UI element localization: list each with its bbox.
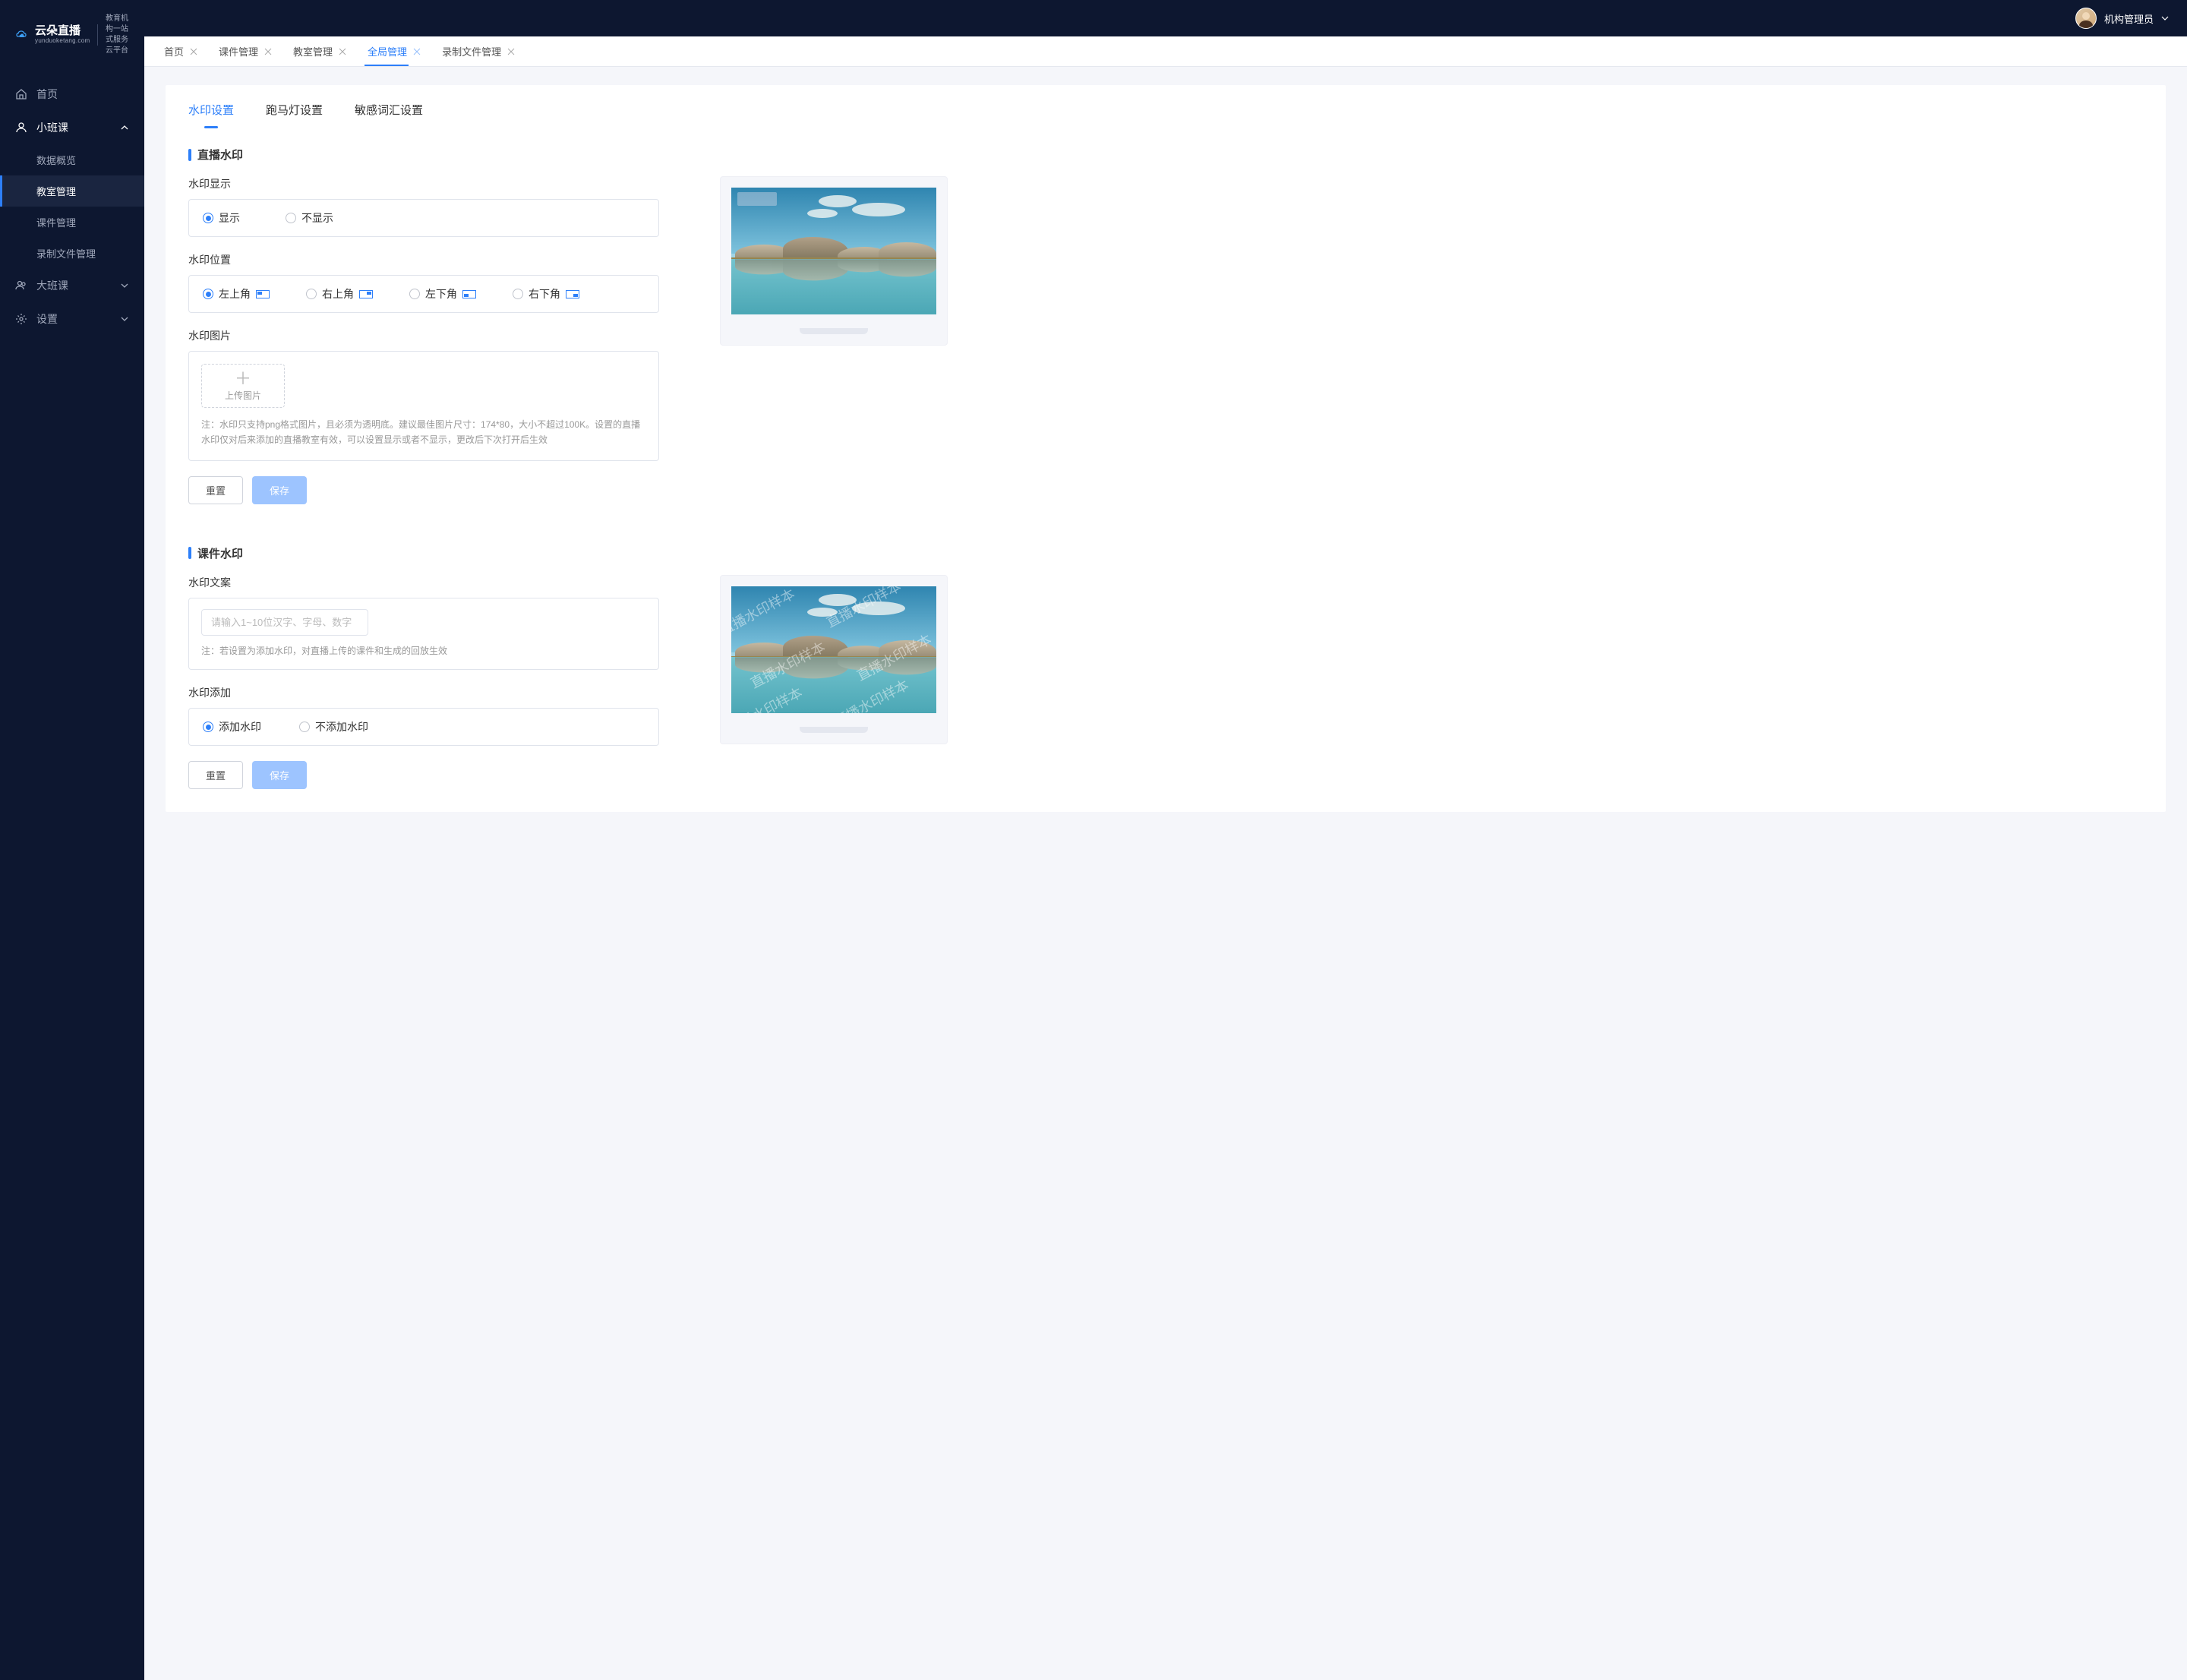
nav-recording-mgmt[interactable]: 录制文件管理 <box>0 238 144 269</box>
section-title-live: 直播水印 <box>197 147 243 163</box>
preview-monitor-2: 直播水印样本 直播水印样本 直播水印样本 直播水印样本 直播水印样本 直播水印样… <box>720 575 948 744</box>
watermark-badge <box>737 192 777 206</box>
chevron-down-icon <box>120 314 129 324</box>
radio-pos-tl[interactable]: 左上角 <box>203 286 270 302</box>
upload-image-button[interactable]: ＋ 上传图片 <box>201 364 285 408</box>
preview-monitor-1 <box>720 176 948 346</box>
nav-big-class[interactable]: 大班课 <box>0 269 144 302</box>
radio-add-yes[interactable]: 添加水印 <box>203 719 261 734</box>
brand-tagline: 教育机构一站 式服务云平台 <box>106 14 134 56</box>
section-title-courseware: 课件水印 <box>197 545 243 561</box>
brand-domain: yunduoketang.com <box>35 38 90 45</box>
label-wm-position: 水印位置 <box>188 252 659 267</box>
radio-pos-br[interactable]: 右下角 <box>513 286 579 302</box>
text-note: 注：若设置为添加水印，对直播上传的课件和生成的回放生效 <box>201 643 646 658</box>
close-icon[interactable] <box>413 48 421 55</box>
tab-recording[interactable]: 录制文件管理 <box>431 36 525 66</box>
radio-hide[interactable]: 不显示 <box>286 210 333 226</box>
logo-icon <box>15 25 27 45</box>
nav-data-overview[interactable]: 数据概览 <box>0 144 144 175</box>
tab-global[interactable]: 全局管理 <box>357 36 431 66</box>
tab-home[interactable]: 首页 <box>153 36 208 66</box>
radio-add-no[interactable]: 不添加水印 <box>299 719 368 734</box>
save-button-2[interactable]: 保存 <box>252 761 307 789</box>
avatar[interactable] <box>2075 8 2097 29</box>
chevron-down-icon <box>120 281 129 290</box>
tabs-bar: 首页 课件管理 教室管理 全局管理 录制文件管理 <box>144 36 2187 67</box>
close-icon[interactable] <box>190 48 197 55</box>
page-tabs: 水印设置 跑马灯设置 敏感词汇设置 <box>166 85 2166 128</box>
watermark-text-input[interactable] <box>201 609 368 636</box>
brand-name: 云朵直播 <box>35 25 90 38</box>
radio-pos-bl[interactable]: 左下角 <box>409 286 476 302</box>
page-tab-sensitive[interactable]: 敏感词汇设置 <box>355 102 423 128</box>
label-wm-display: 水印显示 <box>188 176 659 191</box>
nav-small-class[interactable]: 小班课 <box>0 111 144 144</box>
chevron-down-icon[interactable] <box>2161 14 2169 22</box>
page-tab-marquee[interactable]: 跑马灯设置 <box>266 102 323 128</box>
nav-home[interactable]: 首页 <box>0 77 144 111</box>
tab-classroom[interactable]: 教室管理 <box>282 36 357 66</box>
user-icon <box>15 122 27 134</box>
nav-courseware-mgmt[interactable]: 课件管理 <box>0 207 144 238</box>
save-button[interactable]: 保存 <box>252 476 307 504</box>
reset-button[interactable]: 重置 <box>188 476 243 504</box>
gear-icon <box>15 313 27 325</box>
reset-button-2[interactable]: 重置 <box>188 761 243 789</box>
user-name[interactable]: 机构管理员 <box>2104 11 2154 26</box>
radio-pos-tr[interactable]: 右上角 <box>306 286 373 302</box>
label-wm-add: 水印添加 <box>188 685 659 700</box>
chevron-up-icon <box>120 123 129 132</box>
topbar: 机构管理员 <box>144 0 2187 36</box>
label-wm-image: 水印图片 <box>188 328 659 343</box>
close-icon[interactable] <box>339 48 346 55</box>
logo: 云朵直播 yunduoketang.com 教育机构一站 式服务云平台 <box>0 0 144 70</box>
radio-show[interactable]: 显示 <box>203 210 240 226</box>
close-icon[interactable] <box>264 48 272 55</box>
tab-courseware[interactable]: 课件管理 <box>208 36 282 66</box>
sidebar: 云朵直播 yunduoketang.com 教育机构一站 式服务云平台 首页 小… <box>0 0 144 1680</box>
home-icon <box>15 88 27 100</box>
plus-icon: ＋ <box>235 371 251 387</box>
label-wm-text: 水印文案 <box>188 575 659 590</box>
page-tab-watermark[interactable]: 水印设置 <box>188 102 234 128</box>
close-icon[interactable] <box>507 48 515 55</box>
users-icon <box>15 279 27 292</box>
nav-classroom-mgmt[interactable]: 教室管理 <box>0 175 144 207</box>
nav-settings[interactable]: 设置 <box>0 302 144 336</box>
upload-note: 注：水印只支持png格式图片，且必须为透明底。建议最佳图片尺寸：174*80，大… <box>201 417 646 448</box>
